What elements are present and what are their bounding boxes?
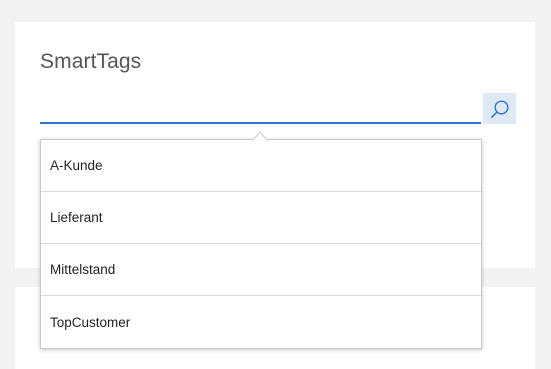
search-icon [490,99,509,118]
panel-title: SmartTags [40,50,142,73]
suggestion-label: Mittelstand [50,262,116,277]
suggestions-dropdown: A-Kunde Lieferant Mittelstand TopCustome… [40,139,482,349]
suggestion-label: Lieferant [50,210,103,225]
suggestion-item-a-kunde[interactable]: A-Kunde [41,140,481,192]
search-button[interactable] [483,93,516,124]
smarttag-search-input[interactable] [40,94,481,124]
suggestion-item-lieferant[interactable]: Lieferant [41,192,481,244]
suggestion-label: A-Kunde [50,158,103,173]
dropdown-caret [251,131,269,141]
suggestion-label: TopCustomer [50,314,131,330]
suggestion-item-topcustomer[interactable]: TopCustomer [41,296,481,348]
suggestion-item-mittelstand[interactable]: Mittelstand [41,244,481,296]
